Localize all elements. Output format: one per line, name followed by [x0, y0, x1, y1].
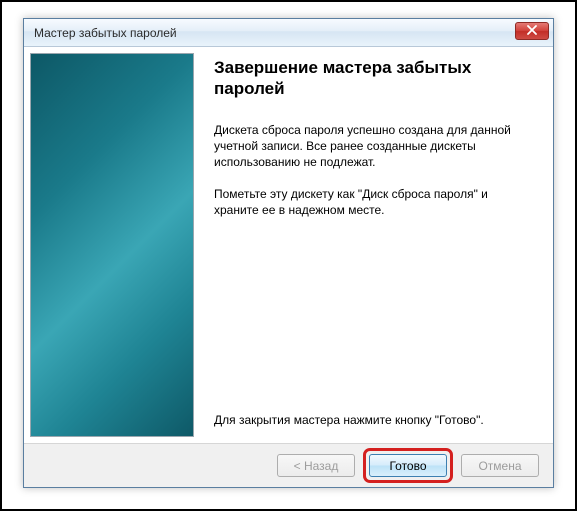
wizard-main-panel: Завершение мастера забытых паролей Диске…	[194, 47, 553, 443]
wizard-window: Мастер забытых паролей Завершение мастер…	[23, 18, 554, 488]
wizard-heading: Завершение мастера забытых паролей	[214, 57, 531, 100]
close-icon	[527, 24, 537, 38]
wizard-side-graphic	[30, 53, 194, 437]
finish-highlight: Готово	[363, 448, 453, 483]
cancel-button: Отмена	[461, 454, 539, 477]
wizard-paragraph-2: Пометьте эту дискету как "Диск сброса па…	[214, 186, 531, 218]
close-button[interactable]	[515, 22, 549, 40]
wizard-footer-text: Для закрытия мастера нажмите кнопку "Гот…	[214, 413, 531, 427]
finish-button[interactable]: Готово	[369, 454, 447, 477]
titlebar: Мастер забытых паролей	[24, 19, 553, 47]
button-row: < Назад Готово Отмена	[24, 443, 553, 487]
window-title: Мастер забытых паролей	[34, 26, 177, 40]
content-area: Завершение мастера забытых паролей Диске…	[24, 47, 553, 443]
wizard-paragraph-1: Дискета сброса пароля успешно создана дл…	[214, 122, 531, 171]
back-button: < Назад	[277, 454, 355, 477]
